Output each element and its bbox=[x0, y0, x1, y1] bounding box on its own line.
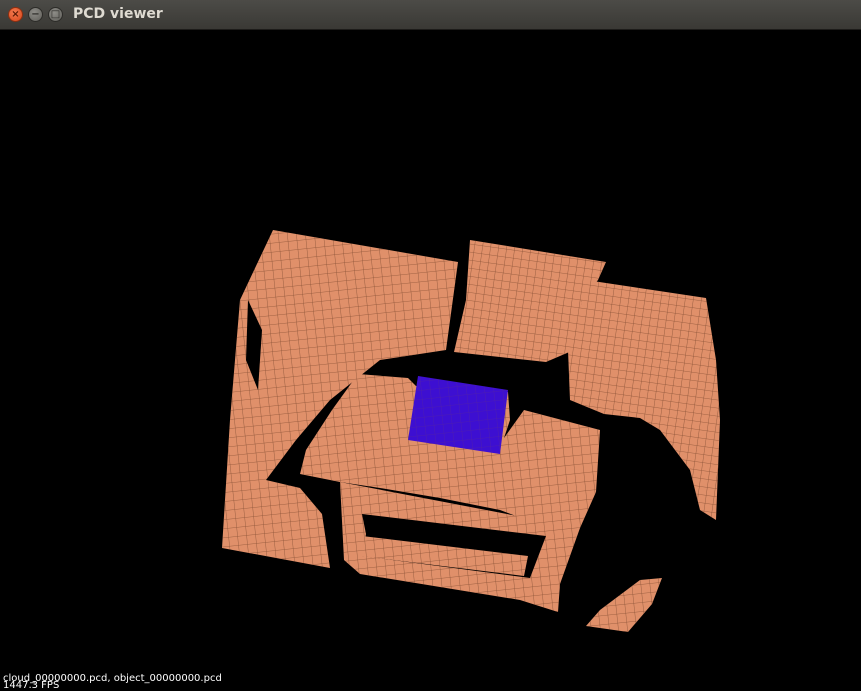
minimize-icon: − bbox=[31, 8, 40, 20]
close-button[interactable]: × bbox=[8, 7, 23, 22]
close-icon: × bbox=[11, 8, 20, 20]
fps-counter: 1447.3 FPS bbox=[3, 680, 60, 691]
maximize-button[interactable]: □ bbox=[48, 7, 63, 22]
point-cloud-render bbox=[222, 230, 720, 632]
window-titlebar[interactable]: × − □ PCD viewer bbox=[0, 0, 861, 30]
minimize-button[interactable]: − bbox=[28, 7, 43, 22]
floor-fragment-cloud bbox=[586, 578, 662, 632]
window-title: PCD viewer bbox=[73, 6, 163, 22]
maximize-icon: □ bbox=[50, 8, 61, 20]
point-cloud-viewport[interactable]: cloud_00000000.pcd, object_00000000.pcd … bbox=[0, 30, 861, 691]
